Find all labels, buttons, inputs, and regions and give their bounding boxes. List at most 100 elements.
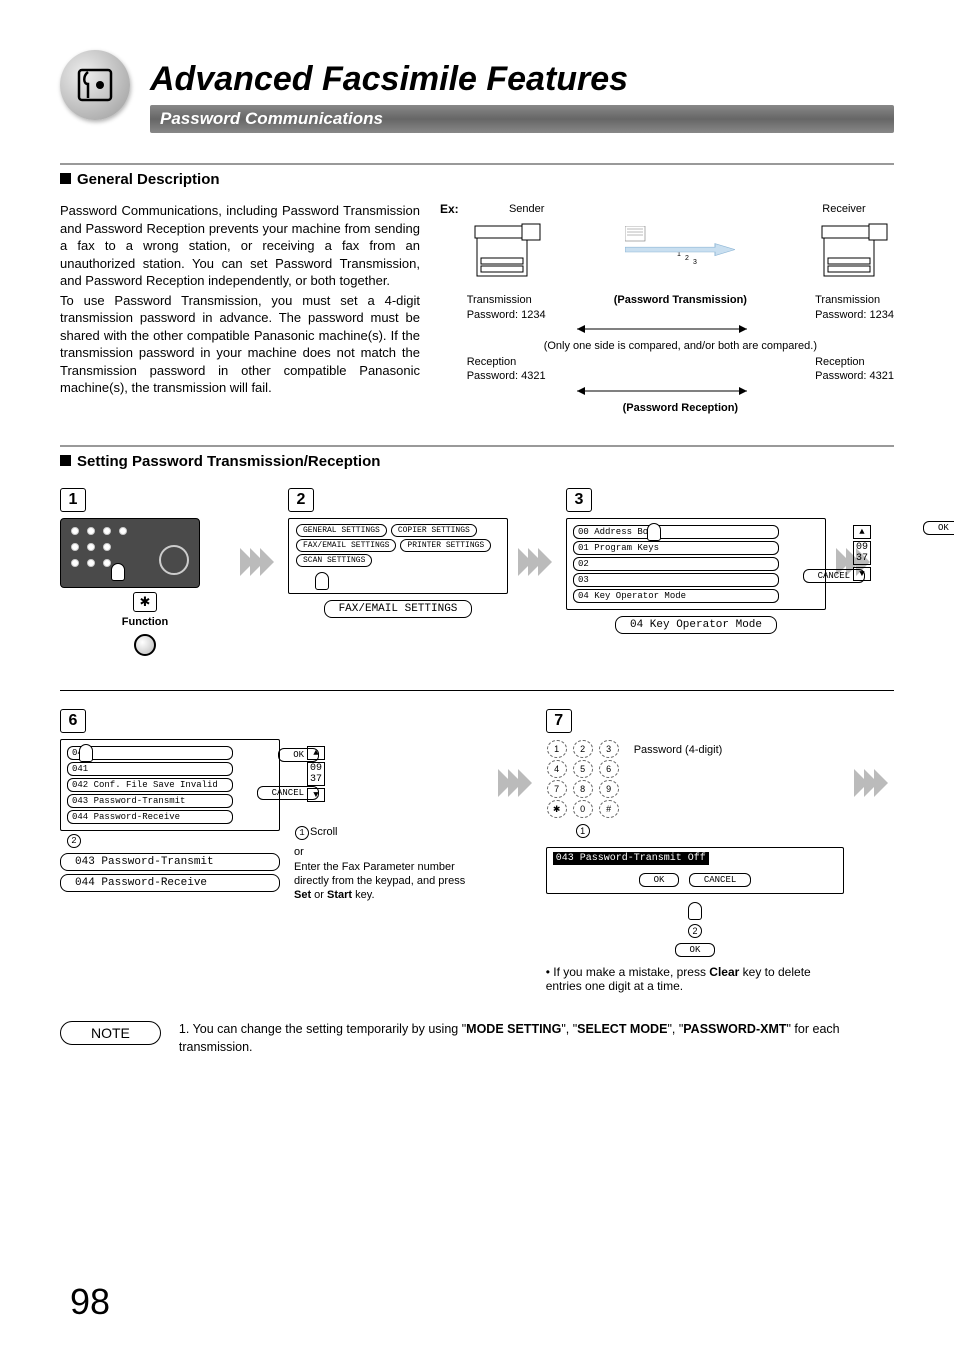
tx-pw-right: Password: 1234: [815, 308, 894, 322]
chevron-right-icon: [538, 548, 552, 576]
menu-general: GENERAL SETTINGS: [296, 524, 387, 537]
list-programkeys: 01 Program Keys: [573, 541, 779, 555]
set-bold: Set: [294, 889, 311, 901]
list-02: 02: [573, 557, 779, 571]
function-label: Function: [60, 616, 230, 628]
page-number: 98: [70, 1281, 110, 1323]
step6-text-or: or: [311, 889, 327, 901]
compare-arrow-bottom-icon: [467, 384, 894, 398]
finger-icon: [79, 744, 93, 762]
general-content: Password Communications, including Passw…: [60, 202, 894, 415]
menu-faxemail: FAX/EMAIL SETTINGS: [296, 539, 396, 552]
step-3-number: 3: [566, 488, 592, 512]
square-bullet-icon-2: [60, 455, 71, 466]
step6-instruction: Enter the Fax Parameter number directly …: [294, 860, 474, 903]
settings-menu-screen: GENERAL SETTINGS COPIER SETTINGS FAX/EMA…: [288, 518, 508, 594]
asterisk-key-icon: ✱: [133, 592, 157, 612]
menu-scan: SCAN SETTINGS: [296, 554, 372, 567]
password-transmit-button: 043 Password-Transmit: [60, 853, 280, 871]
chapter-title: Advanced Facsimile Features: [150, 60, 894, 99]
faxemail-settings-button: FAX/EMAIL SETTINGS: [324, 600, 473, 618]
steps-row-1: 1 ✱ Function 2 GENERAL SETTINGS COPIER S…: [60, 488, 894, 656]
compare-note: (Only one side is compared, and/or both …: [467, 339, 894, 353]
param-list-screen: 040 041 042 Conf. File Save Invalid 043 …: [60, 739, 280, 831]
divider-2: [60, 445, 894, 447]
step-6-number: 6: [60, 709, 86, 733]
note-text: 1. You can change the setting temporaril…: [179, 1021, 894, 1056]
svg-text:2: 2: [685, 255, 689, 262]
tx-label-right: Transmission: [815, 293, 894, 307]
password-4digit-label: Password (4-digit): [634, 739, 723, 757]
chevron-right-icon: [874, 769, 888, 797]
section-bar: Password Communications: [150, 105, 894, 133]
divider-thin: [60, 690, 894, 691]
step-2-number: 2: [288, 488, 314, 512]
step7-note: • If you make a mistake, press Clear key…: [546, 965, 845, 993]
up-arrow-icon: ▲: [853, 525, 871, 539]
rx-label-right: Reception: [815, 355, 894, 369]
square-bullet-icon: [60, 173, 71, 184]
circle-1-icon: 1: [295, 826, 309, 840]
select-mode-bold: SELECT MODE: [577, 1022, 667, 1036]
paragraph-2: To use Password Transmission, you must s…: [60, 292, 420, 397]
sender-copier-icon: [467, 216, 547, 286]
or-label: or: [294, 845, 474, 859]
step6-text-a: Enter the Fax Parameter number directly …: [294, 861, 465, 887]
step-1-number: 1: [60, 488, 86, 512]
note-mid1: ", ": [561, 1022, 577, 1036]
ok-button-2: OK: [675, 943, 716, 957]
diagram-area: Ex: Sender 1 2: [440, 202, 894, 415]
paragraph-1: Password Communications, including Passw…: [60, 202, 420, 290]
circle-2-icon: 2: [67, 834, 81, 848]
chevron-right-icon: [518, 769, 532, 797]
subheading-general: General Description: [60, 171, 894, 188]
transmission-arrow-icon: 1 2 3: [625, 226, 735, 276]
cancel-label: CANCEL: [257, 786, 319, 800]
rx-label-left: Reception: [467, 355, 546, 369]
cancel-button: CANCEL: [689, 873, 751, 887]
note-mid2: ", ": [667, 1022, 683, 1036]
ok-label: OK: [278, 748, 319, 762]
step6-text-end: key.: [352, 889, 374, 901]
clear-bold: Clear: [709, 965, 739, 979]
s7-note-pre: If you make a mistake, press: [553, 965, 709, 979]
finger-icon: [647, 523, 661, 541]
password-transmission-label: (Password Transmission): [614, 293, 747, 322]
finger-icon: [315, 572, 329, 590]
divider: [60, 163, 894, 165]
function-button-icon: [134, 634, 156, 656]
chevron-right-icon: [260, 548, 274, 576]
circle-2-icon: 2: [688, 924, 702, 938]
list-addressbook: 00 Address Book: [573, 525, 779, 539]
step-7-number: 7: [546, 709, 572, 733]
tx-pw-left: Password: 1234: [467, 308, 546, 322]
cancel-label: CANCEL: [803, 569, 865, 583]
start-bold: Start: [327, 889, 352, 901]
subheading-2-text: Setting Password Transmission/Reception: [77, 453, 380, 470]
receiver-copier-icon: [814, 216, 894, 286]
list-keyop: 04 Key Operator Mode: [573, 589, 779, 603]
note-pre: 1. You can change the setting temporaril…: [179, 1022, 466, 1036]
svg-text:3: 3: [693, 259, 697, 266]
menu-copier: COPIER SETTINGS: [391, 524, 477, 537]
steps-row-2: 6 040 041 042 Conf. File Save Invalid 04…: [60, 709, 894, 993]
param-042: 042 Conf. File Save Invalid: [67, 778, 233, 792]
note-row: NOTE 1. You can change the setting tempo…: [60, 1021, 894, 1056]
finger-icon: [111, 563, 125, 581]
rx-pw-left: Password: 4321: [467, 369, 546, 383]
chapter-icon: [60, 50, 130, 120]
ok-label: OK: [923, 521, 954, 535]
password-receive-button: 044 Password-Receive: [60, 874, 280, 892]
param-line: 043 Password-Transmit Off: [553, 852, 709, 865]
param-044: 044 Password-Receive: [67, 810, 233, 824]
fax-settings-screen: 00 Address Book 01 Program Keys 02 03 04…: [566, 518, 826, 610]
finger-icon: [688, 902, 702, 920]
ok-button: OK: [639, 873, 680, 887]
password-xmt-bold: PASSWORD-XMT: [683, 1022, 786, 1036]
compare-arrow-top-icon: [467, 322, 894, 336]
password-reception-label: (Password Reception): [467, 401, 894, 415]
sender-label: Sender: [507, 202, 547, 216]
scroll-label: Scroll: [310, 825, 474, 839]
page-header: Advanced Facsimile Features Password Com…: [60, 50, 894, 133]
receiver-label: Receiver: [814, 202, 874, 216]
